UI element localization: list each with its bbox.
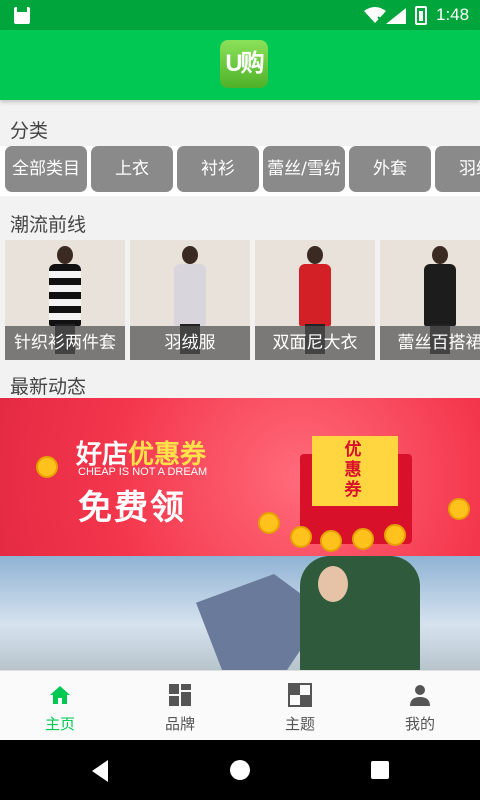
- recents-icon[interactable]: [370, 760, 390, 780]
- app-bar: U购: [0, 30, 480, 100]
- nav-label: 我的: [404, 715, 435, 733]
- app-logo: U购: [220, 40, 268, 88]
- nav-label: 主题: [284, 715, 315, 733]
- trend-caption: 蕾丝百搭裙: [380, 326, 480, 360]
- banner-cta-text: 免费领: [78, 488, 186, 528]
- coin-icon: [384, 524, 406, 546]
- wifi-icon: [364, 7, 386, 23]
- nav-mine[interactable]: 我的: [360, 671, 480, 741]
- trend-section-title: 潮流前线: [10, 214, 87, 236]
- category-chip[interactable]: 羽绒: [435, 146, 480, 192]
- category-chip[interactable]: 衬衫: [177, 146, 259, 192]
- nav-label: 品牌: [164, 715, 195, 733]
- coin-icon: [448, 498, 470, 520]
- nav-brand[interactable]: 品牌: [120, 671, 240, 741]
- signal-icon: [386, 8, 406, 24]
- trend-caption: 针织衫两件套: [5, 326, 125, 360]
- fashion-photo-banner[interactable]: [0, 556, 480, 670]
- brand-grid-icon: [169, 684, 191, 706]
- bottom-navigation: 主页 品牌 主题 我的: [0, 670, 480, 740]
- status-time: 1:48: [436, 5, 470, 24]
- coupon-card-text: 优惠券: [344, 440, 362, 500]
- trend-card[interactable]: 双面尼大衣: [255, 240, 375, 360]
- coupon-banner[interactable]: 好店优惠券 CHEAP IS NOT A DREAM 免费领 优惠券: [0, 398, 480, 556]
- nav-home[interactable]: 主页: [0, 671, 120, 741]
- category-section-title: 分类: [10, 120, 49, 142]
- coin-icon: [290, 526, 312, 548]
- coin-icon: [320, 530, 342, 552]
- nav-theme[interactable]: 主题: [240, 671, 360, 741]
- trend-card[interactable]: 针织衫两件套: [5, 240, 125, 360]
- status-bar: 1:48: [0, 0, 480, 30]
- system-navigation-bar: [0, 740, 480, 800]
- model-graphic: [300, 556, 420, 670]
- battery-charging-icon: [415, 6, 427, 25]
- category-chip[interactable]: 外套: [349, 146, 431, 192]
- sd-card-icon: [14, 7, 30, 24]
- coin-icon: [258, 512, 280, 534]
- nav-label: 主页: [44, 715, 75, 733]
- trend-carousel[interactable]: 针织衫两件套 羽绒服 双面尼大衣 蕾丝百搭裙: [0, 240, 480, 360]
- trend-caption: 羽绒服: [130, 326, 250, 360]
- banner-tagline: CHEAP IS NOT A DREAM: [78, 466, 208, 478]
- trend-card[interactable]: 羽绒服: [130, 240, 250, 360]
- back-icon[interactable]: [90, 760, 110, 782]
- category-chip[interactable]: 全部类目: [5, 146, 87, 192]
- person-icon: [410, 685, 430, 706]
- theme-icon: [288, 683, 312, 707]
- category-chip[interactable]: 上衣: [91, 146, 173, 192]
- coin-icon: [36, 456, 58, 478]
- trend-card[interactable]: 蕾丝百搭裙: [380, 240, 480, 360]
- model-face: [318, 566, 348, 602]
- home-icon: [50, 686, 70, 704]
- trend-caption: 双面尼大衣: [255, 326, 375, 360]
- news-section-title: 最新动态: [10, 376, 87, 398]
- home-circle-icon[interactable]: [229, 759, 251, 781]
- category-chip-row[interactable]: 全部类目 上衣 衬衫 蕾丝/雪纺 外套 羽绒: [0, 146, 480, 196]
- coin-icon: [352, 528, 374, 550]
- category-chip[interactable]: 蕾丝/雪纺: [263, 146, 345, 192]
